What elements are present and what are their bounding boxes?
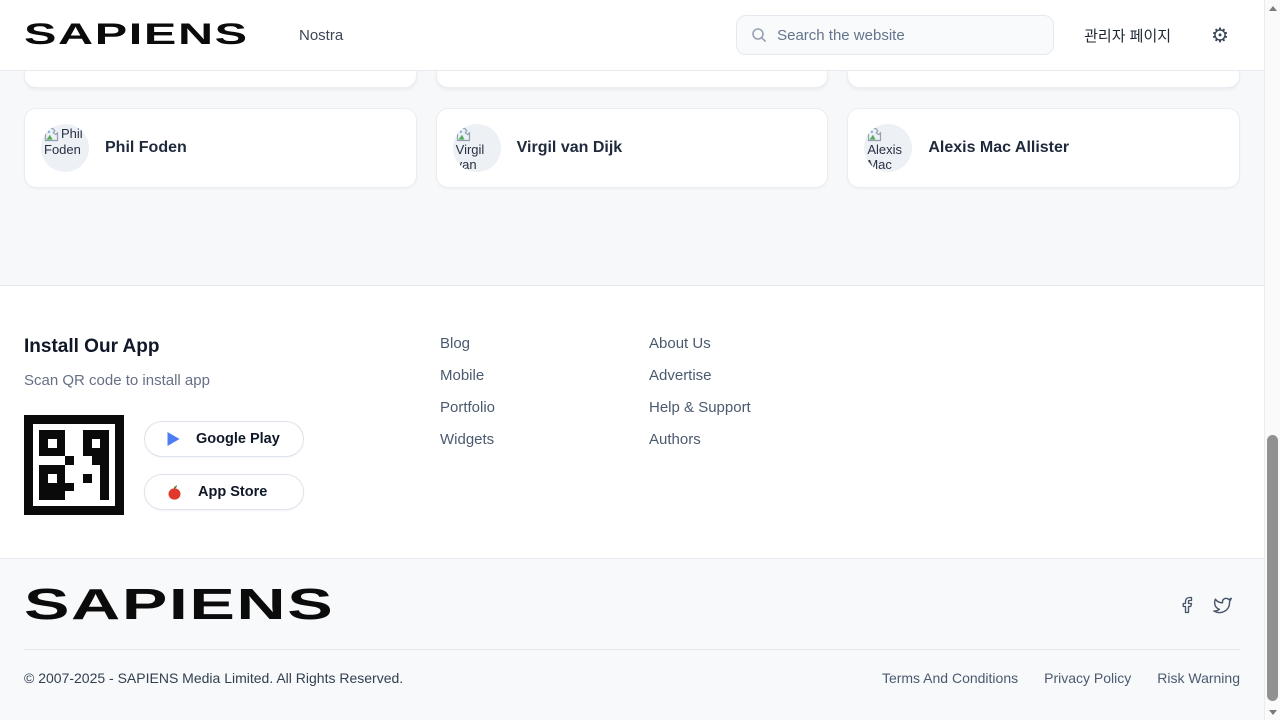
partial-card[interactable] [24,71,417,88]
footer-link-widgets[interactable]: Widgets [440,432,649,447]
app-store-button[interactable]: App Store [144,474,304,510]
brand-logo-text: SAPIENS [24,18,249,52]
avatar: Alexis Mac Allister [864,124,912,172]
content-area: Phil Foden Phil Foden Virgil van Dijk Vi… [0,71,1264,285]
footer-top: Install Our App Scan QR code to install … [0,285,1264,558]
twitter-icon[interactable] [1213,596,1232,615]
footer-links-column-1: Blog Mobile Portfolio Widgets [440,336,649,558]
footer-brand-logo[interactable]: SAPIENS [24,580,334,630]
play-icon [166,431,181,447]
footer-link-blog[interactable]: Blog [440,336,649,351]
scrollbar-track[interactable] [1264,0,1280,720]
search-box[interactable] [736,15,1054,55]
search-icon [751,27,767,43]
scroll-down-arrow[interactable] [1265,704,1280,720]
privacy-policy-link[interactable]: Privacy Policy [1044,670,1131,686]
qr-code [24,415,124,515]
partial-card[interactable] [847,71,1240,88]
avatar: Phil Foden [41,124,89,172]
copyright-text: © 2007-2025 - SAPIENS Media Limited. All… [24,670,403,686]
google-play-label: Google Play [196,431,280,447]
partial-card[interactable] [436,71,829,88]
footer-link-mobile[interactable]: Mobile [440,368,649,383]
risk-warning-link[interactable]: Risk Warning [1157,670,1240,686]
broken-image-icon [867,127,882,142]
player-name: Virgil van Dijk [517,139,623,157]
settings-button[interactable]: ⚙ [1211,25,1229,45]
brand-logo[interactable]: SAPIENS [24,18,274,52]
avatar-alt-text: Alexis Mac Allister [867,142,906,172]
qr-code-grid [39,430,109,500]
gear-icon: ⚙ [1211,23,1229,47]
broken-image-icon [456,127,471,142]
install-app-subtext: Scan QR code to install app [24,372,440,389]
player-cards-row: Phil Foden Phil Foden Virgil van Dijk Vi… [0,108,1264,188]
footer-link-portfolio[interactable]: Portfolio [440,400,649,415]
install-app-block: Install Our App Scan QR code to install … [24,336,440,558]
footer-bottom: SAPIENS © 2007-2025 - SAPIENS Media Limi… [0,558,1264,720]
footer-link-authors[interactable]: Authors [649,432,858,447]
player-card-alexis-mac-allister[interactable]: Alexis Mac Allister Alexis Mac Allister [847,108,1240,188]
facebook-icon[interactable] [1178,596,1196,614]
terms-and-conditions-link[interactable]: Terms And Conditions [882,670,1018,686]
broken-image-icon [44,127,59,142]
player-card-phil-foden[interactable]: Phil Foden Phil Foden [24,108,417,188]
footer-links-column-2: About Us Advertise Help & Support Author… [649,336,858,558]
app-store-label: App Store [198,484,267,500]
player-name: Alexis Mac Allister [928,139,1069,157]
site-subtitle: Nostra [299,27,343,44]
admin-page-link[interactable]: 관리자 페이지 [1084,25,1171,46]
google-play-button[interactable]: Google Play [144,421,304,457]
scrollbar-thumb[interactable] [1267,435,1278,701]
footer-link-advertise[interactable]: Advertise [649,368,858,383]
apple-icon [166,484,183,501]
avatar-alt-text: Virgil van Dijk [456,142,485,172]
scroll-up-arrow[interactable] [1265,0,1280,16]
player-name: Phil Foden [105,139,187,157]
install-app-heading: Install Our App [24,336,440,358]
partial-cards-row [0,71,1264,88]
footer-link-help-support[interactable]: Help & Support [649,400,858,415]
player-card-virgil-van-dijk[interactable]: Virgil van Dijk Virgil van Dijk [436,108,829,188]
header: SAPIENS Nostra 관리자 페이지 ⚙ [0,0,1264,71]
avatar: Virgil van Dijk [453,124,501,172]
page: SAPIENS Nostra 관리자 페이지 ⚙ [0,0,1280,720]
footer-link-about-us[interactable]: About Us [649,336,858,351]
search-input[interactable] [777,27,1041,44]
